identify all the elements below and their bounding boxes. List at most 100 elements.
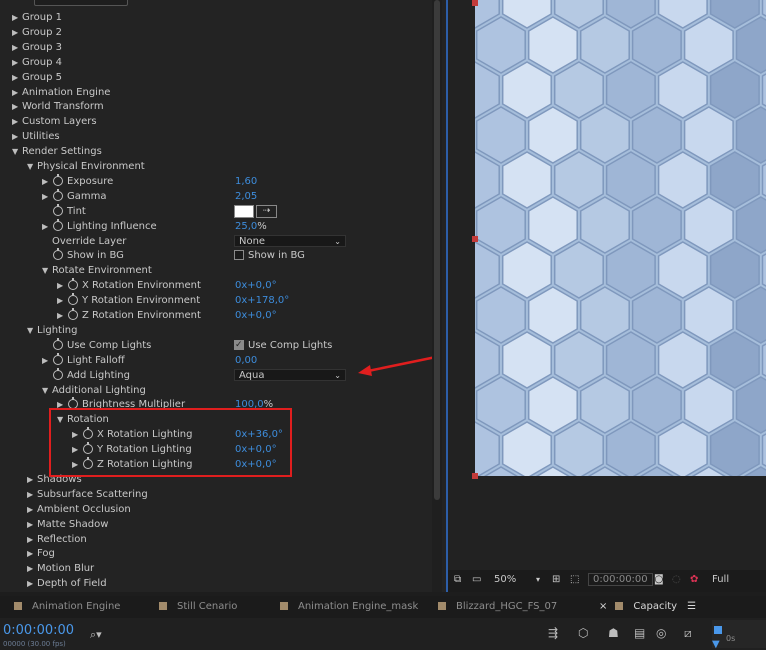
tab-animation-engine[interactable]: Animation Engine (14, 601, 120, 612)
stopwatch-icon[interactable] (53, 188, 63, 201)
property-row[interactable]: ▶ Exposure 1,60 (0, 173, 430, 189)
property-row[interactable]: ▶ Group 2 (0, 25, 430, 40)
work-area-start-handle[interactable] (714, 626, 722, 634)
property-row[interactable]: ▶ Depth of Field (0, 576, 430, 591)
property-row[interactable]: ▼ Additional Lighting (0, 383, 430, 398)
property-value[interactable]: 0,00 (235, 353, 257, 368)
property-dropdown[interactable]: Aqua ⌄ (234, 368, 346, 381)
expand-triangle-closed-icon[interactable]: ▶ (12, 55, 18, 70)
value-text[interactable]: 2,05 (235, 191, 257, 202)
value-text[interactable]: 0,00 (235, 355, 257, 366)
expand-triangle-closed-icon[interactable]: ▶ (42, 189, 48, 204)
close-icon[interactable]: × (599, 601, 607, 612)
property-row[interactable]: Override Layer None ⌄ (0, 234, 430, 249)
checkbox[interactable] (234, 250, 244, 261)
stopwatch-icon[interactable] (53, 173, 63, 186)
property-row[interactable]: ▶ X Rotation Environment 0x+0,0° (0, 278, 430, 293)
value-text[interactable]: 0x+178,0° (235, 295, 289, 306)
current-time[interactable]: 0:00:00:00 (3, 623, 74, 638)
expand-triangle-closed-icon[interactable]: ▶ (42, 219, 48, 234)
property-row[interactable]: ▶ Group 5 (0, 70, 430, 85)
property-row[interactable]: Show in BG Show in BG (0, 248, 430, 263)
expand-triangle-closed-icon[interactable]: ▶ (27, 546, 33, 561)
value-text[interactable]: 0x+0,0° (235, 310, 277, 321)
expand-triangle-open-icon[interactable]: ▼ (27, 323, 33, 338)
property-row[interactable]: ▶ Y Rotation Environment 0x+178,0° (0, 293, 430, 308)
stopwatch-icon[interactable] (68, 308, 78, 320)
property-row[interactable]: ▶ Motion Blur (0, 561, 430, 576)
property-row[interactable]: ▼ Lighting (0, 323, 430, 338)
draft-3d-icon[interactable]: ⬡ (578, 626, 588, 640)
property-row[interactable]: ▶ Group 1 (0, 10, 430, 25)
expand-triangle-open-icon[interactable]: ▼ (42, 263, 48, 278)
layer-corner-handle[interactable] (472, 473, 478, 479)
expand-triangle-closed-icon[interactable]: ▶ (12, 40, 18, 55)
stopwatch-icon[interactable] (53, 203, 63, 216)
property-value[interactable]: 2,05 (235, 189, 257, 204)
property-row[interactable]: ▶ Matte Shadow (0, 517, 430, 532)
expand-triangle-closed-icon[interactable]: ▶ (42, 174, 48, 189)
property-row[interactable]: ▶ Z Rotation Environment 0x+0,0° (0, 308, 430, 323)
property-row[interactable]: ▶ Fog (0, 546, 430, 561)
property-row[interactable]: ▶ Ambient Occlusion (0, 502, 430, 517)
expand-triangle-closed-icon[interactable]: ▶ (12, 99, 18, 114)
grid-icon[interactable]: ⊞ (552, 574, 560, 585)
stopwatch-icon[interactable] (53, 248, 63, 261)
color-channels-icon[interactable]: ✿ (690, 574, 698, 585)
value-text[interactable]: 25,0 (235, 221, 257, 232)
expand-triangle-closed-icon[interactable]: ▶ (27, 576, 33, 591)
property-row[interactable]: Use Comp Lights Use Comp Lights (0, 337, 430, 353)
expand-triangle-closed-icon[interactable]: ▶ (12, 129, 18, 144)
eyedropper-icon[interactable]: ⇢ (256, 204, 277, 218)
expand-triangle-closed-icon[interactable]: ▶ (27, 487, 33, 502)
property-row[interactable]: ▶ Custom Layers (0, 114, 430, 129)
expand-triangle-closed-icon[interactable]: ▶ (27, 472, 33, 487)
property-row[interactable]: ▶ Lighting Influence 25,0% (0, 218, 430, 234)
playhead-icon[interactable]: ▼ (712, 639, 720, 650)
property-value[interactable]: 0x+0,0° (235, 278, 277, 293)
expand-triangle-closed-icon[interactable]: ▶ (27, 561, 33, 576)
expand-triangle-closed-icon[interactable]: ▶ (27, 532, 33, 547)
top-field[interactable] (34, 0, 128, 6)
viewer-timecode[interactable]: 0:00:00:00 (588, 573, 653, 586)
frame-blending-icon[interactable]: ▤ (634, 626, 645, 640)
property-row[interactable]: ▼ Render Settings (0, 144, 430, 159)
stopwatch-icon[interactable] (53, 367, 63, 380)
stopwatch-icon[interactable] (53, 218, 63, 231)
time-ruler[interactable] (712, 620, 766, 648)
monitor-icon[interactable]: ▭ (472, 574, 481, 585)
property-row[interactable]: ▼ Physical Environment (0, 159, 430, 174)
menu-icon[interactable]: ☰ (687, 601, 696, 612)
expand-triangle-closed-icon[interactable]: ▶ (27, 517, 33, 532)
chevron-down-icon[interactable]: ▾ (536, 575, 540, 584)
search-icon[interactable]: ⌕▾ (90, 628, 102, 642)
property-row[interactable]: ▶ Animation Engine (0, 85, 430, 100)
graph-editor-icon[interactable]: ⧄ (684, 626, 692, 641)
stopwatch-icon[interactable] (68, 278, 78, 291)
value-text[interactable]: 0x+0,0° (235, 280, 277, 291)
layer-edge-handle[interactable] (472, 236, 478, 242)
zoom-dropdown[interactable]: 50% (494, 574, 516, 585)
mask-icon[interactable]: ⬚ (570, 574, 579, 585)
expand-triangle-closed-icon[interactable]: ▶ (57, 293, 63, 308)
comp-flowchart-icon[interactable]: ⇶ (548, 626, 558, 640)
expand-triangle-open-icon[interactable]: ▼ (12, 144, 18, 159)
motion-blur-icon[interactable]: ◎ (656, 626, 666, 640)
property-row[interactable]: ▶ Group 4 (0, 55, 430, 70)
expand-triangle-open-icon[interactable]: ▼ (42, 383, 48, 398)
tab-animation-engine-mask[interactable]: Animation Engine_mask (280, 601, 418, 612)
stopwatch-icon[interactable] (68, 293, 78, 306)
checkbox[interactable] (234, 338, 244, 353)
expand-triangle-closed-icon[interactable]: ▶ (12, 85, 18, 100)
expand-triangle-closed-icon[interactable]: ▶ (12, 114, 18, 129)
shy-layers-icon[interactable]: ☗ (608, 626, 619, 640)
property-value[interactable]: 1,60 (235, 174, 257, 189)
expand-triangle-closed-icon[interactable]: ▶ (12, 70, 18, 85)
tab-still-cenario[interactable]: Still Cenario (159, 601, 237, 612)
composition-viewer[interactable] (475, 0, 766, 476)
show-snapshot-icon[interactable]: ◌ (672, 574, 681, 585)
property-value[interactable]: 0x+178,0° (235, 293, 289, 308)
property-dropdown[interactable]: None ⌄ (234, 234, 346, 247)
expand-triangle-closed-icon[interactable]: ▶ (12, 10, 18, 25)
value-text[interactable]: 1,60 (235, 176, 257, 187)
